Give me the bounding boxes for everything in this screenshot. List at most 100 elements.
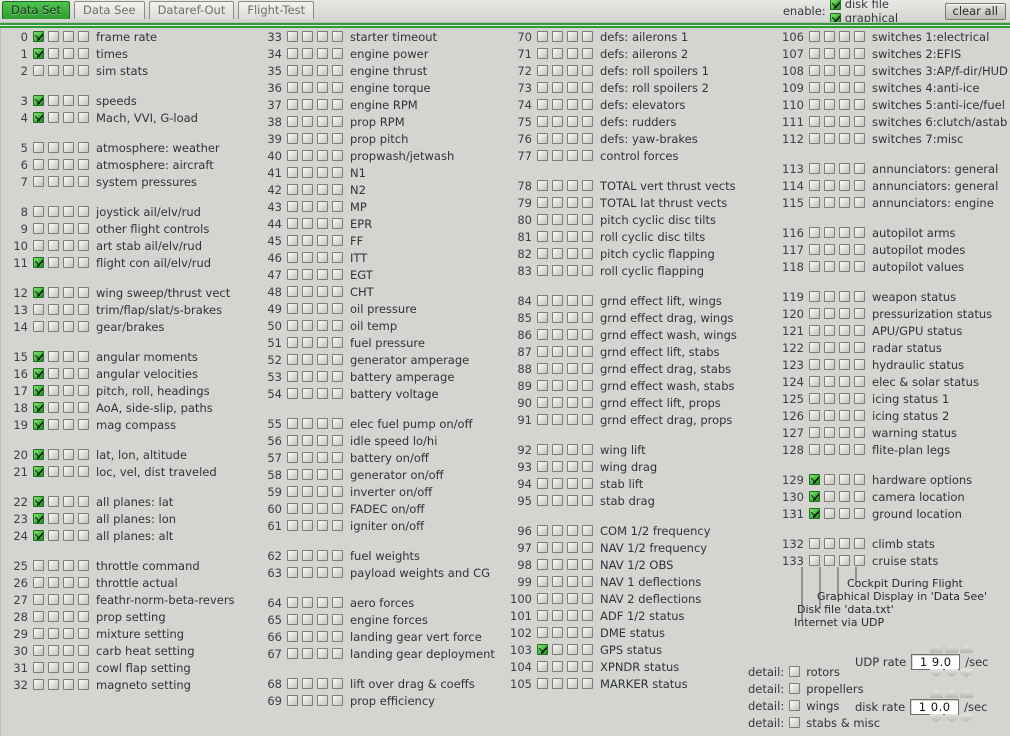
checkbox-graphical-icon[interactable] bbox=[63, 513, 74, 524]
checkbox-graphical-icon[interactable] bbox=[63, 65, 74, 76]
checkbox-cockpit-icon[interactable] bbox=[582, 231, 593, 242]
checkbox-cockpit-icon[interactable] bbox=[582, 197, 593, 208]
checkbox-internet-icon[interactable] bbox=[33, 628, 44, 639]
checkbox-diskfile-icon[interactable] bbox=[552, 495, 563, 506]
checkbox-graphical-icon[interactable] bbox=[317, 520, 328, 531]
checkbox-graphical-icon[interactable] bbox=[567, 197, 578, 208]
checkbox-internet-icon[interactable] bbox=[287, 597, 298, 608]
checkbox-graphical-icon[interactable] bbox=[63, 206, 74, 217]
checkbox-cockpit-icon[interactable] bbox=[332, 567, 343, 578]
checkbox-cockpit-icon[interactable] bbox=[854, 82, 865, 93]
checkbox-cockpit-icon[interactable] bbox=[332, 452, 343, 463]
checkbox-graphical-icon[interactable] bbox=[317, 133, 328, 144]
checkbox-internet-icon[interactable] bbox=[809, 133, 820, 144]
checkbox-cockpit-icon[interactable] bbox=[854, 427, 865, 438]
checkbox-internet-icon[interactable] bbox=[809, 325, 820, 336]
checkbox-internet-icon[interactable] bbox=[287, 695, 298, 706]
checkbox-internet-icon[interactable] bbox=[537, 248, 548, 259]
checkbox-diskfile-icon[interactable] bbox=[302, 31, 313, 42]
checkbox-internet-icon[interactable] bbox=[537, 214, 548, 225]
checkbox-diskfile-icon[interactable] bbox=[48, 321, 59, 332]
checkbox-diskfile-icon[interactable] bbox=[302, 337, 313, 348]
checkbox-graphical-icon[interactable] bbox=[317, 452, 328, 463]
checkbox-internet-icon[interactable] bbox=[537, 65, 548, 76]
checkbox-diskfile-icon[interactable] bbox=[552, 197, 563, 208]
checkbox-diskfile-icon[interactable] bbox=[48, 31, 59, 42]
checkbox-graphical-icon[interactable] bbox=[317, 486, 328, 497]
checkbox-diskfile-icon[interactable] bbox=[552, 576, 563, 587]
checkbox-internet-icon[interactable] bbox=[537, 678, 548, 689]
checkbox-internet-icon[interactable] bbox=[33, 466, 44, 477]
checkbox-cockpit-icon[interactable] bbox=[582, 346, 593, 357]
checkbox-graphical-icon[interactable] bbox=[567, 231, 578, 242]
checkbox-diskfile-icon[interactable] bbox=[302, 269, 313, 280]
checkbox-graphical-icon[interactable] bbox=[317, 614, 328, 625]
checkbox-graphical-icon[interactable] bbox=[839, 491, 850, 502]
checkbox-internet-icon[interactable] bbox=[287, 150, 298, 161]
checkbox-cockpit-icon[interactable] bbox=[332, 337, 343, 348]
checkbox-graphical-icon[interactable] bbox=[567, 329, 578, 340]
checkbox-graphical-icon[interactable] bbox=[567, 65, 578, 76]
checkbox-detail-wings-icon[interactable] bbox=[789, 700, 801, 711]
checkbox-diskfile-icon[interactable] bbox=[302, 303, 313, 314]
tab-flight-test[interactable]: Flight-Test bbox=[238, 1, 315, 19]
checkbox-cockpit-icon[interactable] bbox=[78, 351, 89, 362]
checkbox-detail-stabs-misc-icon[interactable] bbox=[789, 717, 801, 728]
checkbox-cockpit-icon[interactable] bbox=[78, 662, 89, 673]
checkbox-diskfile-icon[interactable] bbox=[48, 662, 59, 673]
checkbox-diskfile-icon[interactable] bbox=[552, 99, 563, 110]
checkbox-diskfile-icon[interactable] bbox=[302, 597, 313, 608]
checkbox-cockpit-icon[interactable] bbox=[582, 414, 593, 425]
checkbox-cockpit-icon[interactable] bbox=[332, 486, 343, 497]
checkbox-diskfile-icon[interactable] bbox=[552, 593, 563, 604]
checkbox-graphical-icon[interactable] bbox=[839, 325, 850, 336]
checkbox-cockpit-icon[interactable] bbox=[582, 48, 593, 59]
checkbox-internet-icon[interactable] bbox=[287, 303, 298, 314]
checkbox-internet-icon[interactable] bbox=[809, 474, 820, 485]
checkbox-diskfile-icon[interactable] bbox=[302, 133, 313, 144]
checkbox-graphical-icon[interactable] bbox=[63, 287, 74, 298]
checkbox-graphical-icon[interactable] bbox=[317, 99, 328, 110]
checkbox-internet-icon[interactable] bbox=[809, 342, 820, 353]
checkbox-graphical-icon[interactable] bbox=[317, 201, 328, 212]
checkbox-graphical-icon[interactable] bbox=[567, 444, 578, 455]
checkbox-cockpit-icon[interactable] bbox=[854, 291, 865, 302]
checkbox-diskfile-icon[interactable] bbox=[552, 678, 563, 689]
checkbox-diskfile-icon[interactable] bbox=[302, 695, 313, 706]
checkbox-cockpit-icon[interactable] bbox=[854, 491, 865, 502]
checkbox-graphical-icon[interactable] bbox=[317, 184, 328, 195]
checkbox-internet-icon[interactable] bbox=[809, 99, 820, 110]
checkbox-cockpit-icon[interactable] bbox=[332, 320, 343, 331]
checkbox-internet-icon[interactable] bbox=[537, 525, 548, 536]
checkbox-internet-icon[interactable] bbox=[287, 452, 298, 463]
checkbox-cockpit-icon[interactable] bbox=[332, 150, 343, 161]
checkbox-internet-icon[interactable] bbox=[33, 304, 44, 315]
checkbox-internet-icon[interactable] bbox=[537, 180, 548, 191]
checkbox-graphical-icon[interactable] bbox=[839, 197, 850, 208]
checkbox-cockpit-icon[interactable] bbox=[78, 419, 89, 430]
checkbox-internet-icon[interactable] bbox=[287, 269, 298, 280]
checkbox-cockpit-icon[interactable] bbox=[582, 478, 593, 489]
checkbox-diskfile-icon[interactable] bbox=[48, 628, 59, 639]
checkbox-internet-icon[interactable] bbox=[33, 31, 44, 42]
checkbox-graphical-icon[interactable] bbox=[567, 150, 578, 161]
checkbox-internet-icon[interactable] bbox=[33, 223, 44, 234]
udp-rate-down-ones-icon[interactable] bbox=[930, 669, 943, 677]
checkbox-cockpit-icon[interactable] bbox=[332, 597, 343, 608]
checkbox-cockpit-icon[interactable] bbox=[332, 695, 343, 706]
checkbox-internet-icon[interactable] bbox=[287, 82, 298, 93]
checkbox-internet-icon[interactable] bbox=[809, 410, 820, 421]
checkbox-diskfile-icon[interactable] bbox=[48, 449, 59, 460]
checkbox-cockpit-icon[interactable] bbox=[78, 159, 89, 170]
checkbox-cockpit-icon[interactable] bbox=[582, 116, 593, 127]
checkbox-internet-icon[interactable] bbox=[287, 469, 298, 480]
checkbox-cockpit-icon[interactable] bbox=[78, 402, 89, 413]
checkbox-internet-icon[interactable] bbox=[287, 286, 298, 297]
checkbox-diskfile-icon[interactable] bbox=[48, 142, 59, 153]
checkbox-graphical-icon[interactable] bbox=[317, 252, 328, 263]
checkbox-diskfile-icon[interactable] bbox=[302, 452, 313, 463]
checkbox-internet-icon[interactable] bbox=[537, 82, 548, 93]
udp-rate-decrement-arrows[interactable] bbox=[930, 669, 973, 677]
checkbox-diskfile-icon[interactable] bbox=[48, 257, 59, 268]
checkbox-diskfile-icon[interactable] bbox=[824, 133, 835, 144]
